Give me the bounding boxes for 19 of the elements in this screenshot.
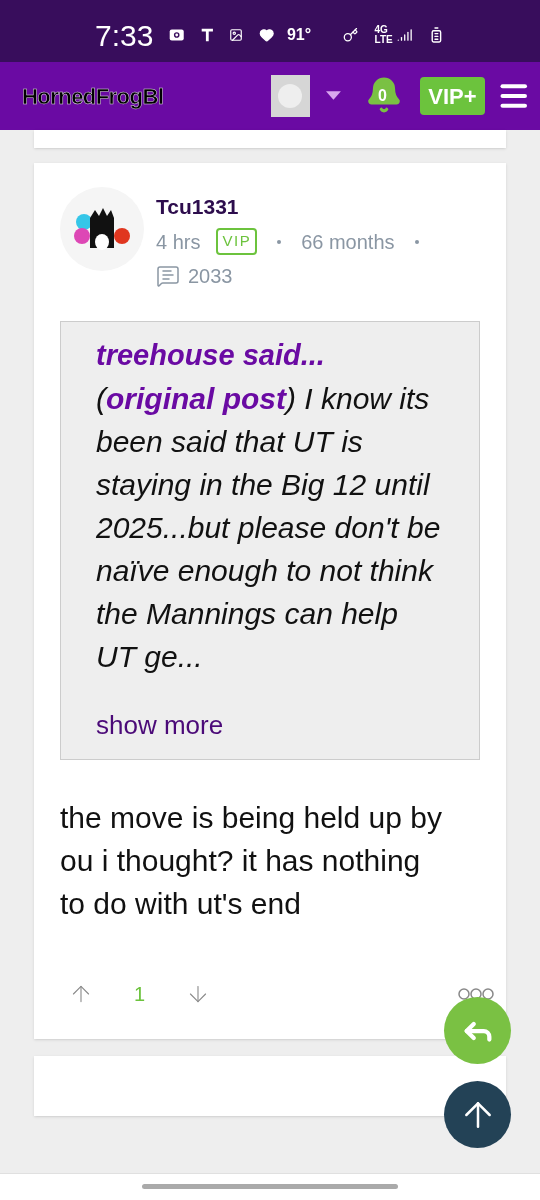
quote-author[interactable]: treehouse said... xyxy=(96,333,445,377)
post-age: 4 hrs xyxy=(156,229,201,255)
username[interactable]: Tcu1331 xyxy=(156,191,427,223)
vip-badge: VIP xyxy=(216,228,258,255)
membership-tenure: 66 months xyxy=(301,229,395,255)
show-more-link[interactable]: show more xyxy=(96,705,445,745)
clock: 7:33 xyxy=(95,17,154,54)
post-count: 2033 xyxy=(188,263,233,289)
more-options-icon[interactable] xyxy=(458,987,494,1000)
network-type: 4G LTE xyxy=(374,25,393,45)
vote-count: 1 xyxy=(134,981,146,1007)
comment-icon xyxy=(156,263,180,288)
avatar-placeholder[interactable] xyxy=(270,75,310,117)
radio-icon xyxy=(169,26,185,44)
quote-text: (original post) I know its been said that UT is staying in the Big 12 until 2025...but please don't be naïve enough to not think the Mannings can help UT ge... xyxy=(96,380,442,675)
dropdown-caret-icon[interactable] xyxy=(325,91,341,101)
post-body: the move is being held up by ou i thought? it has nothing to do with ut's end xyxy=(60,799,443,922)
home-gesture-handle[interactable] xyxy=(142,1184,398,1189)
temperature: 91° xyxy=(286,25,312,45)
